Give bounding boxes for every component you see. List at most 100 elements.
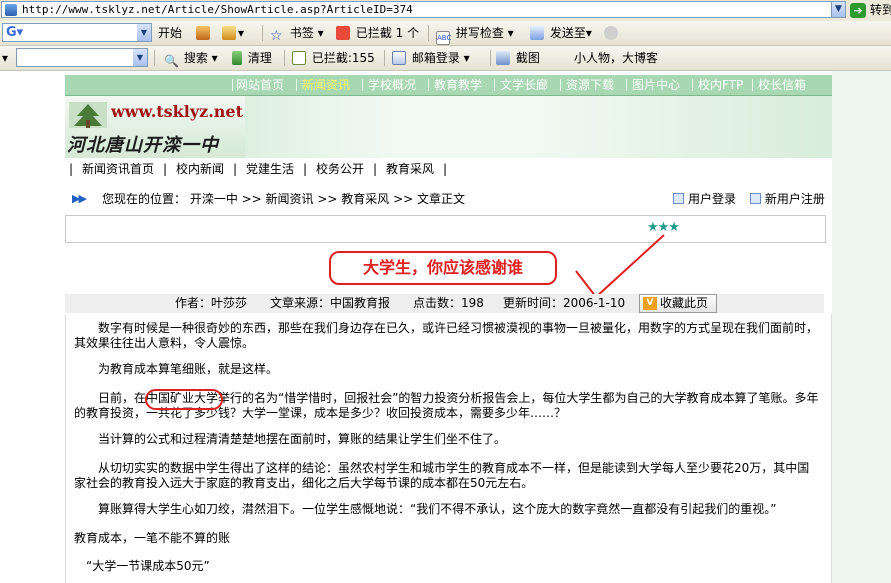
google-search-combo[interactable]: G▾ ▼	[2, 23, 152, 42]
double-arrow-right-icon: ▶▶	[72, 192, 87, 205]
block-icon	[336, 26, 350, 40]
favorite-v-icon: V	[643, 297, 657, 310]
popup-blocked-button[interactable]: 已拦截 1 个	[336, 24, 419, 42]
start-search-button[interactable]: 开始	[158, 24, 182, 42]
page-icon	[5, 4, 17, 16]
clean-button[interactable]: 清理	[232, 49, 272, 67]
star-icon: ☆	[270, 28, 283, 44]
blog-slogan[interactable]: 小人物，大博客	[574, 49, 658, 67]
chevron-down-icon[interactable]: ▼	[133, 49, 147, 66]
mail-login-label: 邮箱登录	[411, 51, 460, 65]
favorite-button[interactable]: V 收藏此页	[639, 294, 717, 313]
go-button[interactable]: ➔ 转到	[850, 1, 891, 19]
favorite-label: 收藏此页	[660, 296, 709, 310]
mail-icon	[392, 51, 406, 65]
toolbar-grip-chevron-icon[interactable]: ▾	[2, 49, 8, 67]
send-icon	[530, 26, 544, 40]
article-hits: 点击数：198	[413, 296, 484, 310]
article-title-box: 大学生，你应该感谢谁	[329, 251, 557, 285]
site-banner: www.tsklyz.net 河北唐山开滦一中	[65, 96, 832, 158]
blocked-count-button[interactable]: 已拦截:155	[292, 49, 375, 67]
register-link[interactable]: 新用户注册	[765, 192, 825, 206]
article-paragraph: 算账算得大学生心如刀绞，潸然泪下。一位学生感慨地说：“我们不得不承认，这个庞大的…	[74, 502, 777, 516]
subnav-sep: |	[69, 162, 74, 176]
search-label: 搜索	[183, 51, 208, 65]
rating-box: ★★★	[65, 215, 826, 243]
google-toolbar: G▾ ▼ 开始 ▾ ☆ 书签 ▾ 已拦截 1 个 ABC 拼写检查 ▾ 发送至▾	[0, 21, 891, 46]
nav-news[interactable]: 新闻资讯	[302, 75, 350, 95]
article-author: 作者：叶莎莎	[175, 296, 248, 310]
article-content: 数字有时候是一种很奇妙的东西，那些在我们身边存在已久，或许已经习惯被漠视的事物一…	[65, 314, 832, 583]
url-input[interactable]: http://www.tsklyz.net/Article/ShowArticl…	[1, 1, 846, 18]
mail-login-button[interactable]: 邮箱登录 ▾	[392, 49, 470, 67]
chevron-down-icon[interactable]: ▼	[137, 24, 151, 41]
nav-teaching[interactable]: 教育教学	[434, 75, 482, 95]
nav-literature[interactable]: 文学长廊	[500, 75, 548, 95]
popup-blocked-label: 已拦截 1 个	[355, 26, 420, 40]
scissors-icon	[496, 51, 510, 65]
subnav-campus-news[interactable]: 校内新闻	[176, 158, 224, 180]
nav-school-overview[interactable]: 学校概况	[368, 75, 416, 95]
subnav-sep: |	[303, 162, 308, 176]
nav-home[interactable]: 网站首页	[236, 75, 284, 95]
search-button[interactable]: 🔍 搜索 ▾	[164, 49, 218, 68]
subnav-sep: |	[443, 162, 448, 176]
article-source: 文章来源：中国教育报	[270, 296, 391, 310]
screenshot-label: 截图	[515, 51, 540, 65]
bookmark-label: 书签	[289, 26, 314, 40]
spellcheck-label: 拼写检查	[455, 26, 504, 40]
screenshot-button[interactable]: 截图	[496, 49, 540, 67]
login-icon	[673, 193, 684, 204]
breadcrumb[interactable]: 您现在的位置： 开滦一中 >> 新闻资讯 >> 教育采风 >> 文章正文	[102, 189, 465, 209]
blog-slogan-text: 小人物，大博客	[574, 51, 659, 65]
subnav-school-affairs[interactable]: 校务公开	[316, 158, 364, 180]
page-viewport: 网站首页 新闻资讯 学校概况 教育教学 文学长廊 资源下载 图片中心 校内FTP…	[0, 71, 891, 583]
url-dropdown-chevron-down-icon[interactable]: ▼	[831, 1, 846, 18]
nav-ftp[interactable]: 校内FTP	[698, 75, 743, 95]
options-button[interactable]: ▾	[222, 24, 244, 42]
go-arrow-icon: ➔	[850, 3, 866, 18]
article-meta: 作者：叶莎莎 文章来源：中国教育报 点击数：198 更新时间：2006-1-10…	[65, 294, 824, 313]
pagerank-icon[interactable]	[196, 24, 212, 42]
subnav-news-home[interactable]: 新闻资讯首页	[82, 158, 154, 180]
send-to-button[interactable]: 发送至▾	[530, 24, 592, 42]
red-circle-annotation	[145, 389, 223, 410]
subnav-sep: |	[163, 162, 168, 176]
login-area: 用户登录 新用户注册	[673, 189, 825, 209]
pencil-icon[interactable]	[604, 24, 620, 42]
blocked-window-icon	[292, 51, 306, 65]
article-subheading: “大学一节课成本50元”	[74, 559, 210, 573]
red-check-annotation	[575, 234, 665, 299]
nav-downloads[interactable]: 资源下载	[566, 75, 614, 95]
search-icon: 🔍	[164, 54, 179, 68]
subnav-party-life[interactable]: 党建生活	[246, 158, 294, 180]
banner-decoration	[245, 96, 832, 158]
login-link[interactable]: 用户登录	[688, 192, 736, 206]
banner-logo[interactable]: www.tsklyz.net 河北唐山开滦一中	[65, 96, 245, 158]
blocked-count-label: 已拦截:155	[311, 51, 375, 65]
subnav-education-features[interactable]: 教育采风	[386, 158, 434, 180]
tree-logo-icon	[69, 102, 107, 128]
highlight-icon	[604, 26, 618, 40]
secondary-search-input[interactable]: ▼	[16, 48, 148, 67]
clean-label: 清理	[247, 51, 272, 65]
nav-principal-mailbox[interactable]: 校长信箱	[758, 75, 806, 95]
broom-icon	[232, 51, 242, 65]
spellcheck-button[interactable]: ABC 拼写检查 ▾	[436, 24, 514, 45]
banner-url-text: www.tsklyz.net	[111, 102, 243, 121]
article-paragraph: 数字有时候是一种很奇妙的东西，那些在我们身边存在已久，或许已经习惯被漠视的事物一…	[74, 321, 819, 350]
article-paragraph: 从切切实实的数据中学生得出了这样的结论：虽然农村学生和城市学生的教育成本不一样，…	[74, 461, 810, 490]
register-icon	[749, 193, 761, 204]
address-bar: http://www.tsklyz.net/Article/ShowArticl…	[0, 0, 891, 22]
article-title: 大学生，你应该感谢谁	[362, 258, 523, 277]
nav-pictures[interactable]: 图片中心	[632, 75, 680, 95]
options-icon	[222, 26, 236, 40]
secondary-toolbar: ▾ ▼ 🔍 搜索 ▾ 清理 已拦截:155 邮箱登录 ▾ 截图 小人物，大博客	[0, 46, 891, 71]
article-paragraph: 当计算的公式和过程清清楚楚地摆在面前时，算账的结果让学生们坐不住了。	[74, 432, 507, 446]
go-label: 转到	[869, 3, 891, 17]
google-g-icon: G▾	[6, 25, 24, 40]
banner-school-name: 河北唐山开滦一中	[67, 135, 219, 156]
bookmark-button[interactable]: ☆ 书签 ▾	[270, 24, 324, 44]
article-paragraph: 为教育成本算笔细账，就是这样。	[74, 362, 279, 376]
url-text: http://www.tsklyz.net/Article/ShowArticl…	[22, 3, 413, 16]
